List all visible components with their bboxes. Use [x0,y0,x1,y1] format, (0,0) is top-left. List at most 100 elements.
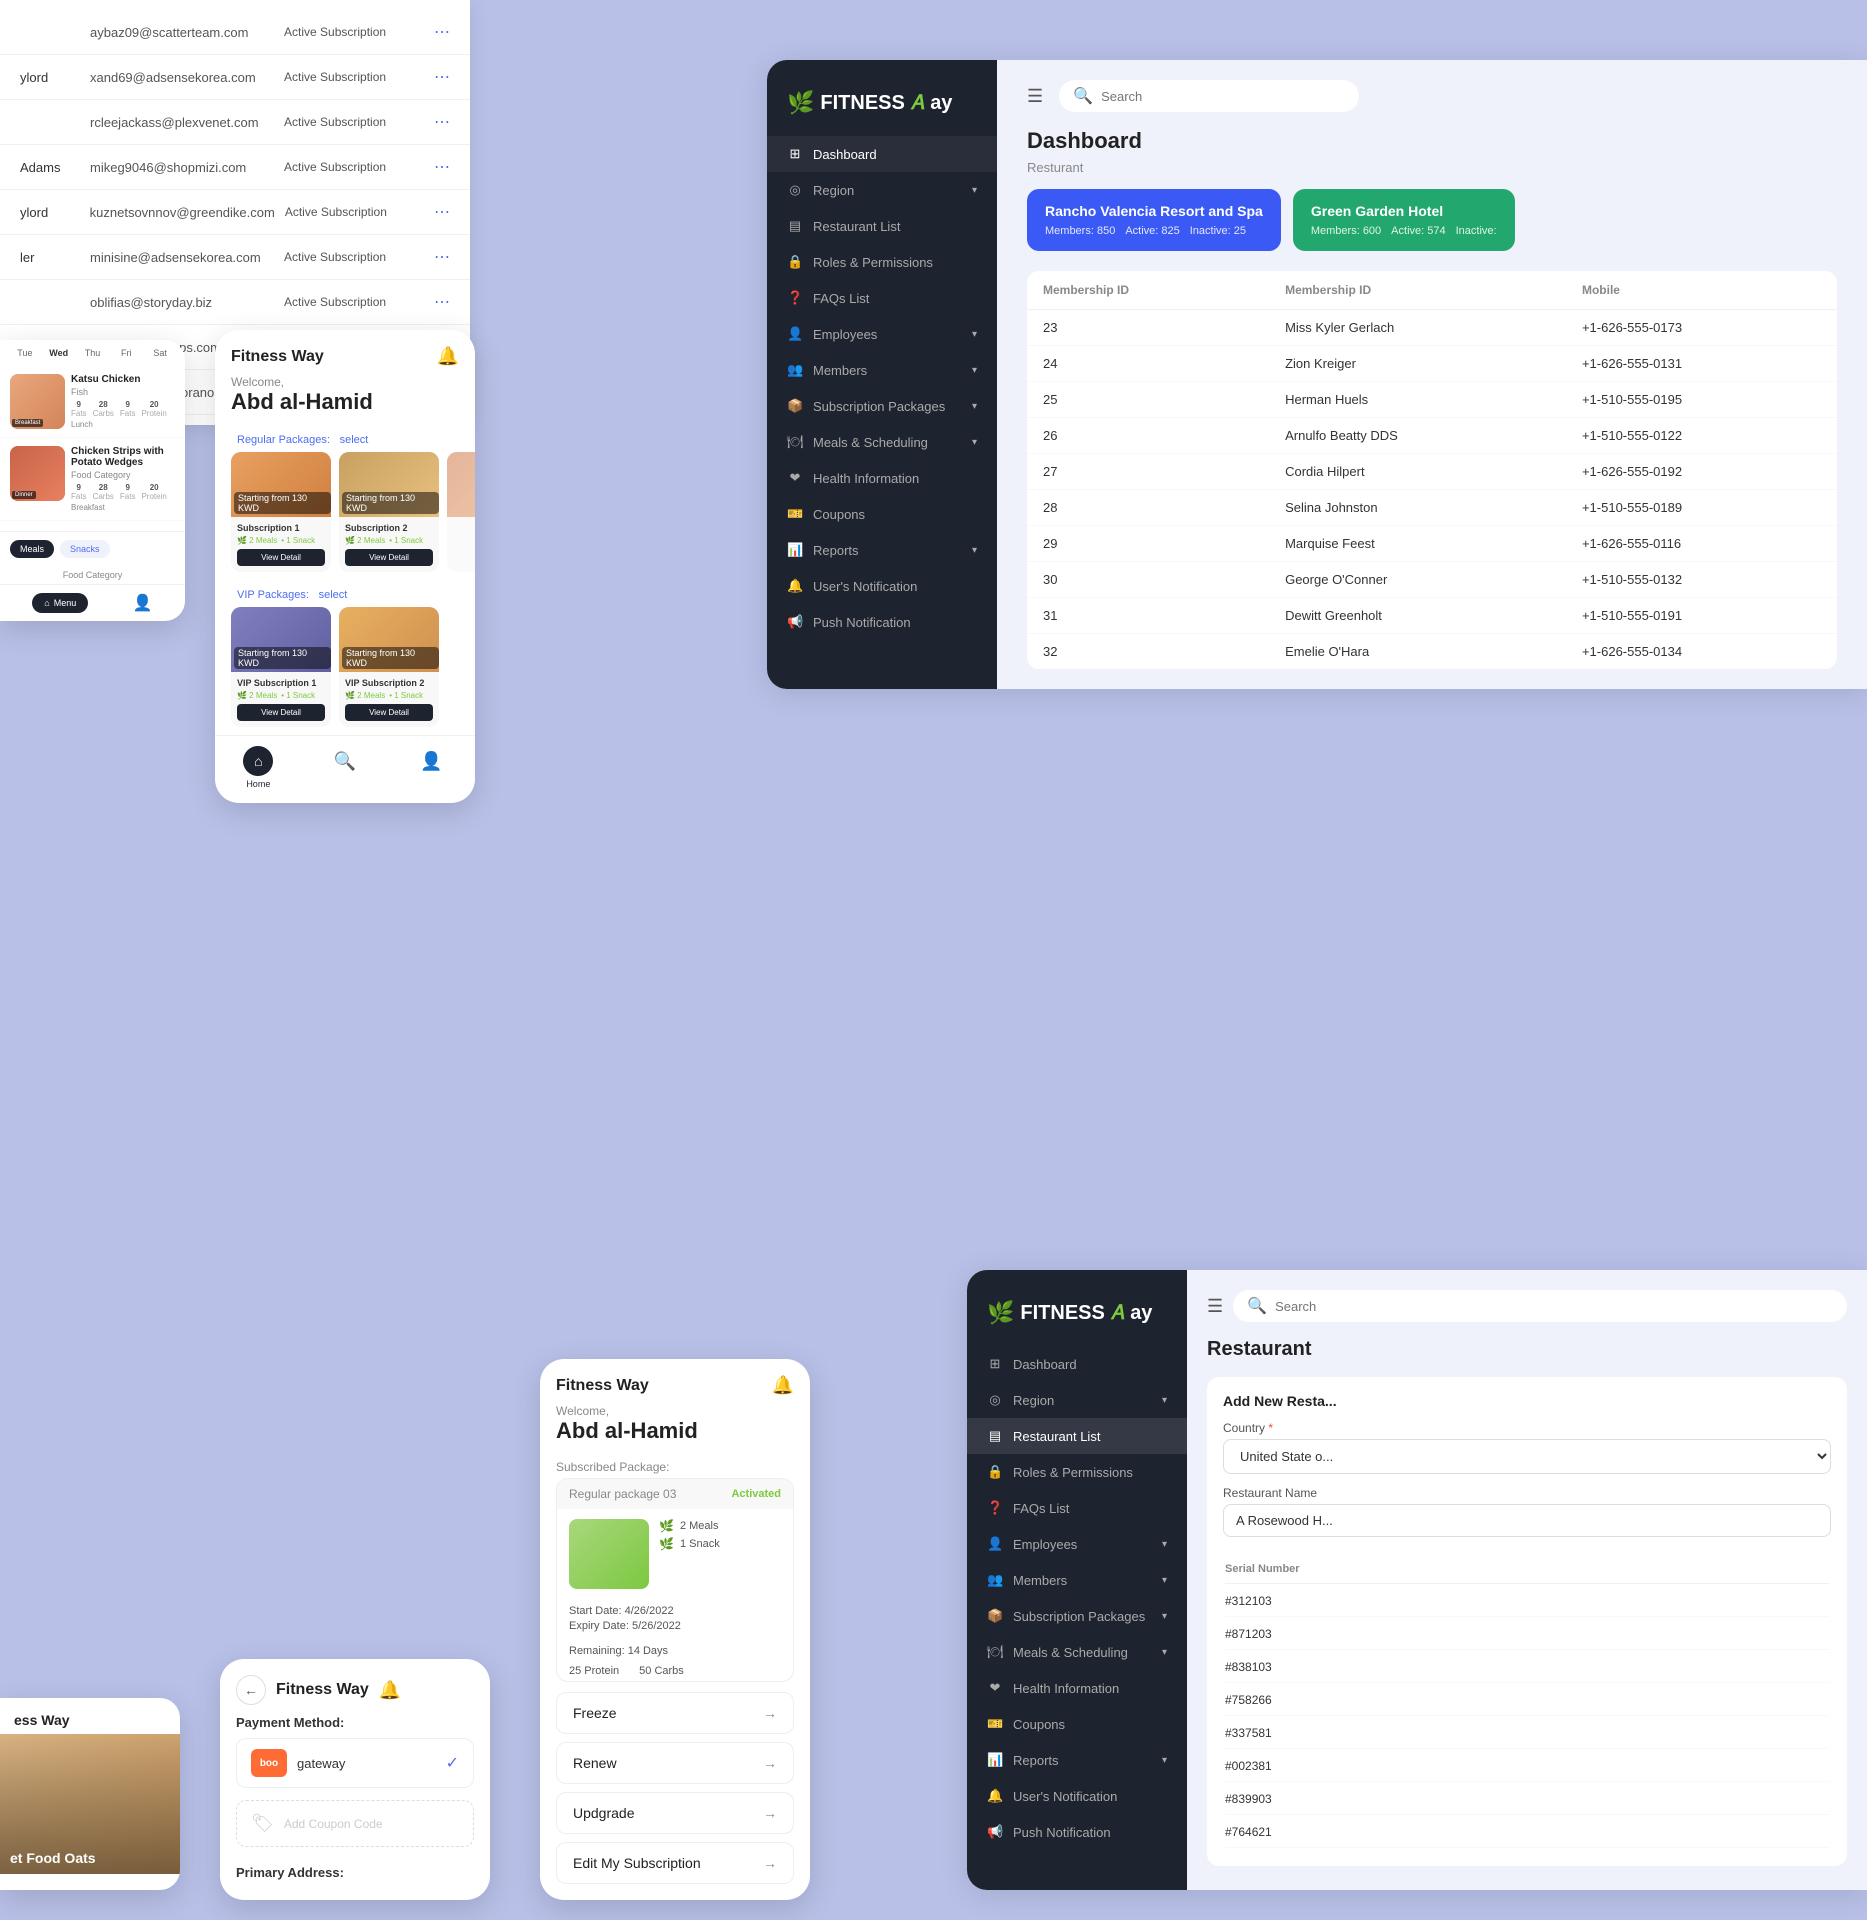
day-thu[interactable]: Thu [78,348,108,358]
day-wed[interactable]: Wed [44,348,74,358]
sidebar-label-dashboard: Dashboard [813,147,877,162]
coupon-field[interactable]: 🏷 Add Coupon Code [236,1800,474,1847]
member-name: Emelie O'Hara [1269,634,1566,670]
admin2-sidebar-item-health[interactable]: ❤ Health Information [967,1670,1187,1706]
sidebar-item-push-notification[interactable]: 📢 Push Notification [767,604,997,640]
meal-card-2[interactable]: Starting from 130 KWD Subscription 2 🌿 2… [339,452,439,572]
sidebar-item-roles[interactable]: 🔒 Roles & Permissions [767,244,997,280]
admin2-sidebar-item-subscriptions[interactable]: 📦 Subscription Packages ▾ [967,1598,1187,1634]
logo-text-way-2: 𝐴 [1111,1302,1124,1325]
col-header-name: Membership ID [1269,271,1566,310]
member-name: Marquise Feest [1269,526,1566,562]
sidebar-item-dashboard[interactable]: ⊞ Dashboard [767,136,997,172]
start-date: Start Date: 4/26/2022 [569,1605,781,1617]
tab-snacks[interactable]: Snacks [60,540,110,558]
sidebar-item-reports[interactable]: 📊 Reports ▾ [767,532,997,568]
day-navigation: Tue Wed Thu Fri Sat [0,340,185,366]
meal-type-label2: Breakfast [71,503,175,512]
vip-view-detail-btn-2[interactable]: View Detail [345,704,433,721]
search-bar[interactable]: 🔍 [1059,80,1359,112]
admin2-sidebar-item-employees[interactable]: 👤 Employees ▾ [967,1526,1187,1562]
sidebar-item-faqs[interactable]: ❓ FAQs List [767,280,997,316]
sidebar-item-members[interactable]: 👥 Members ▾ [767,352,997,388]
admin2-search-input[interactable] [1275,1299,1451,1314]
gateway-name: gateway [297,1756,436,1771]
tab-meals[interactable]: Meals [10,540,54,558]
day-fri[interactable]: Fri [111,348,141,358]
search-input[interactable] [1101,89,1277,104]
coupon-icon: 🎫 [787,506,803,522]
admin2-sidebar-item-user-notification[interactable]: 🔔 User's Notification [967,1778,1187,1814]
employee-status: Active Subscription [284,25,424,39]
welcome-label: Welcome, [231,375,459,389]
admin2-sidebar-item-region[interactable]: ◎ Region ▾ [967,1382,1187,1418]
edit-subscription-button[interactable]: Edit My Subscription → [556,1842,794,1884]
admin2-sidebar-item-faqs[interactable]: ❓ FAQs List [967,1490,1187,1526]
profile-icon[interactable]: 👤 [133,593,153,613]
admin2-search-bar[interactable]: 🔍 [1233,1290,1847,1322]
nav-home[interactable]: ⌂ Home [243,746,273,789]
hamburger-icon[interactable]: ☰ [1027,86,1043,107]
sidebar-item-coupons[interactable]: 🎫 Coupons [767,496,997,532]
sidebar-item-employees[interactable]: 👤 Employees ▾ [767,316,997,352]
vip-card-1[interactable]: Starting from 130 KWD VIP Subscription 1… [231,607,331,727]
sub-bell-icon[interactable]: 🔔 [772,1375,794,1396]
nav-profile[interactable]: 👤 [417,746,447,789]
admin2-topbar: ☰ 🔍 [1207,1290,1847,1322]
admin2-sidebar-item-dashboard[interactable]: ⊞ Dashboard [967,1346,1187,1382]
meal-card-image-3 [447,452,475,517]
resort-members-2: Members: 600 [1311,225,1381,237]
sidebar-item-health[interactable]: ❤ Health Information [767,460,997,496]
meals-icon-2: 🍽 [987,1644,1003,1660]
snack-icon: 🌿 [659,1537,674,1551]
view-detail-btn-1[interactable]: View Detail [237,549,325,566]
freeze-button[interactable]: Freeze → [556,1692,794,1734]
day-sat[interactable]: Sat [145,348,175,358]
gateway-selector[interactable]: boo gateway ✓ [236,1738,474,1788]
upgrade-button[interactable]: Updgrade → [556,1792,794,1834]
admin2-sidebar-item-reports[interactable]: 📊 Reports ▾ [967,1742,1187,1778]
back-button[interactable]: ← [236,1675,266,1705]
member-id: 30 [1027,562,1269,598]
resort-card-2[interactable]: Green Garden Hotel Members: 600 Active: … [1293,189,1515,251]
admin2-sidebar-item-restaurant-list[interactable]: ▤ Restaurant List [967,1418,1187,1454]
menu-dots-icon[interactable]: ⋯ [434,247,450,267]
menu-dots-icon[interactable]: ⋯ [434,292,450,312]
hamburger-icon-2[interactable]: ☰ [1207,1296,1223,1317]
menu-dots-icon[interactable]: ⋯ [434,112,450,132]
sidebar-item-user-notification[interactable]: 🔔 User's Notification [767,568,997,604]
menu-dots-icon[interactable]: ⋯ [434,22,450,42]
day-tue[interactable]: Tue [10,348,40,358]
employee-row: aybaz09@scatterteam.com Active Subscript… [0,10,470,55]
package-details: 🌿 2 Meals 🌿 1 Snack [659,1519,781,1589]
country-select[interactable]: United State o... [1223,1439,1831,1474]
sidebar-item-meals[interactable]: 🍽 Meals & Scheduling ▾ [767,424,997,460]
admin2-sidebar-item-coupons[interactable]: 🎫 Coupons [967,1706,1187,1742]
vip-view-detail-btn-1[interactable]: View Detail [237,704,325,721]
meal-card-3[interactable] [447,452,475,572]
nav-search[interactable]: 🔍 [330,746,360,789]
bell-icon[interactable]: 🔔 [437,346,459,367]
menu-dots-icon[interactable]: ⋯ [434,67,450,87]
menu-button[interactable]: ⌂ Menu [32,593,88,613]
logo-text-fitness: FITNESS [820,92,904,115]
admin2-sidebar-item-members[interactable]: 👥 Members ▾ [967,1562,1187,1598]
menu-dots-icon[interactable]: ⋯ [434,202,450,222]
sidebar-item-subscriptions[interactable]: 📦 Subscription Packages ▾ [767,388,997,424]
sidebar-label-roles: Roles & Permissions [813,255,933,270]
admin2-sidebar-item-roles[interactable]: 🔒 Roles & Permissions [967,1454,1187,1490]
vip-card-2[interactable]: Starting from 130 KWD VIP Subscription 2… [339,607,439,727]
admin2-sidebar-item-push-notification[interactable]: 📢 Push Notification [967,1814,1187,1850]
view-detail-btn-2[interactable]: View Detail [345,549,433,566]
chevron-down-icon-3: ▾ [1162,1539,1167,1550]
sidebar-item-restaurant-list[interactable]: ▤ Restaurant List [767,208,997,244]
admin2-sidebar-item-meals[interactable]: 🍽 Meals & Scheduling ▾ [967,1634,1187,1670]
payment-bell-icon[interactable]: 🔔 [379,1680,401,1701]
restaurant-name-input[interactable] [1223,1504,1831,1537]
sidebar-item-region[interactable]: ◎ Region ▾ [767,172,997,208]
menu-dots-icon[interactable]: ⋯ [434,157,450,177]
meal-card-1[interactable]: Starting from 130 KWD Subscription 1 🌿 2… [231,452,331,572]
renew-button[interactable]: Renew → [556,1742,794,1784]
sidebar-label-subscriptions: Subscription Packages [813,399,945,414]
resort-card-1[interactable]: Rancho Valencia Resort and Spa Members: … [1027,189,1281,251]
